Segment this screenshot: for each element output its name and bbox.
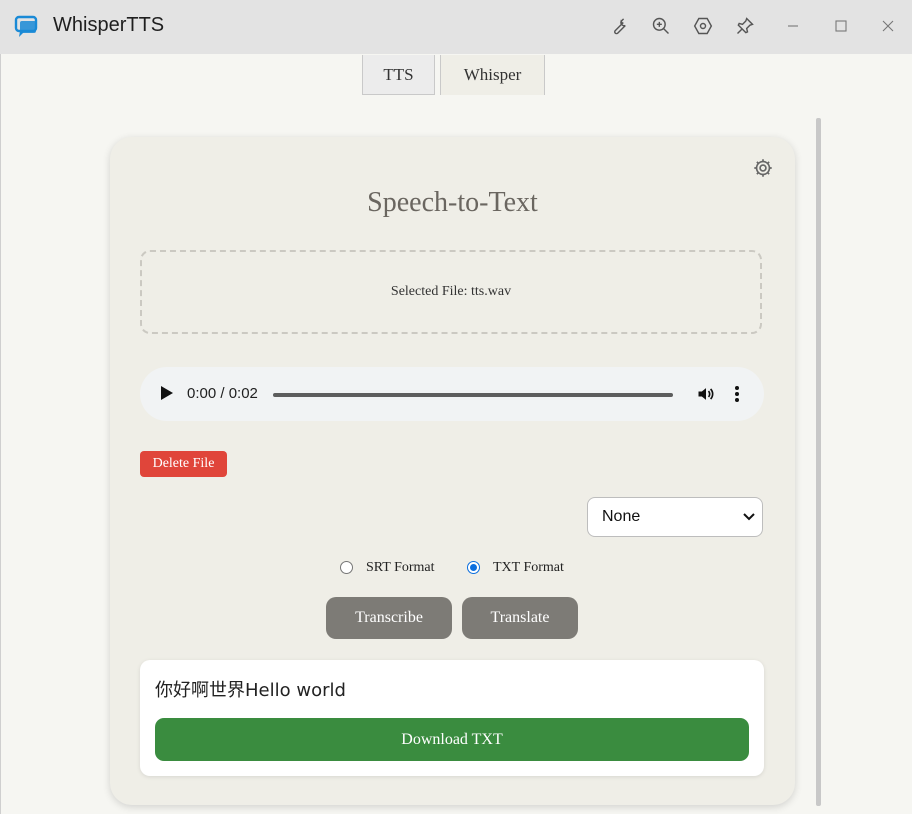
wrench-icon[interactable] [608,15,630,37]
delete-file-button[interactable]: Delete File [140,451,227,477]
settings-hex-icon[interactable] [692,15,714,37]
txt-format-label: TXT Format [493,560,564,575]
window-title: WhisperTTS [53,14,165,36]
chevron-down-icon [743,513,755,521]
scrollbar[interactable] [816,118,821,806]
title-bar: WhisperTTS [0,0,912,54]
file-dropzone[interactable]: Selected File: tts.wav [140,250,762,334]
srt-format-radio[interactable] [340,561,353,574]
settings-gear-icon[interactable] [752,157,774,179]
zoom-in-icon[interactable] [650,15,672,37]
page-title: Speech-to-Text [367,187,538,218]
pin-icon[interactable] [734,15,756,37]
window-edge [0,54,1,814]
language-select-value: None [602,508,641,525]
tab-whisper[interactable]: Whisper [440,55,545,95]
close-icon[interactable] [877,15,899,37]
language-select[interactable]: None [587,497,763,537]
selected-file-text: Selected File: tts.wav [390,284,512,299]
audio-progress-bar[interactable] [273,393,673,397]
tab-bar: TTS Whisper [362,55,545,97]
translate-button[interactable]: Translate [462,597,578,639]
maximize-icon[interactable] [830,15,852,37]
volume-icon[interactable] [696,384,716,404]
tab-tts[interactable]: TTS [362,55,435,95]
audio-time: 0:00 / 0:02 [187,385,258,402]
transcription-result: 你好啊世界Hello world [155,680,346,701]
download-txt-button[interactable]: Download TXT [155,718,749,761]
srt-format-label: SRT Format [366,560,435,575]
app-chat-icon [14,15,38,37]
result-panel: 你好啊世界Hello world Download TXT [140,660,764,776]
txt-format-radio[interactable] [467,561,480,574]
minimize-icon[interactable] [782,15,804,37]
audio-player: 0:00 / 0:02 [140,367,764,421]
transcribe-button[interactable]: Transcribe [326,597,452,639]
speech-to-text-card: Speech-to-Text Selected File: tts.wav 0:… [110,137,795,805]
play-icon[interactable] [160,385,174,401]
more-options-icon[interactable] [730,384,744,404]
